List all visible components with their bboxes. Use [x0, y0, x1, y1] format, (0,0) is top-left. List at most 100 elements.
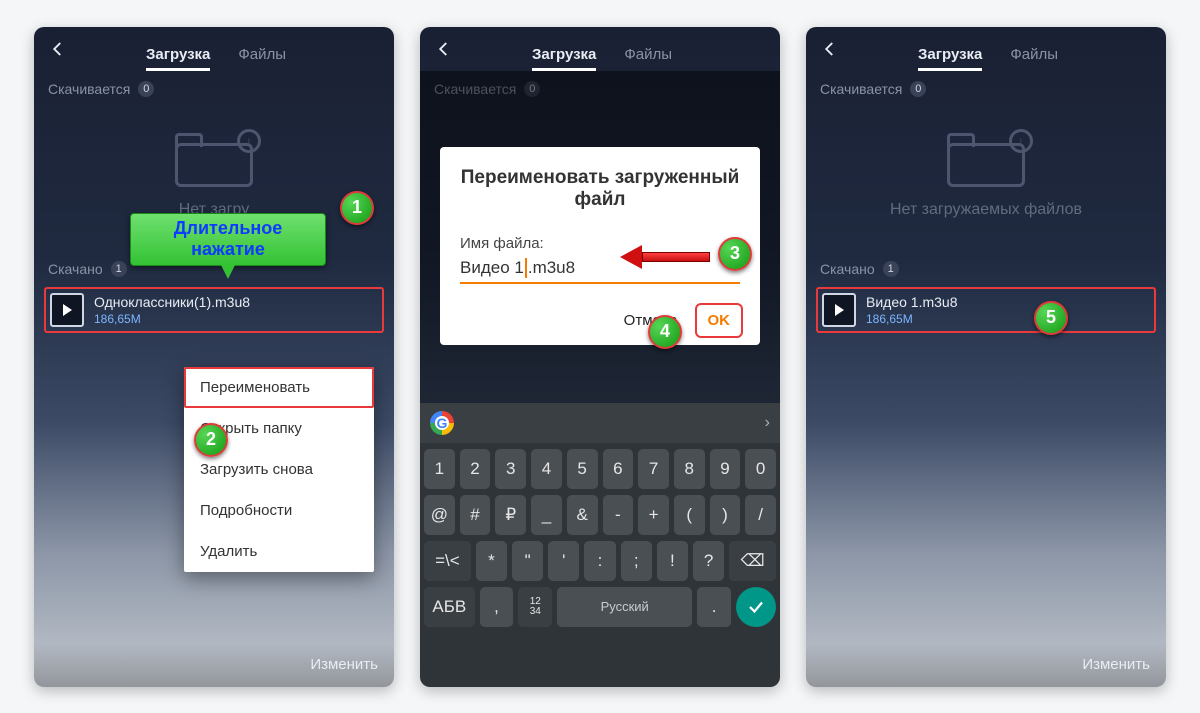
key[interactable]: 6	[603, 449, 634, 489]
key[interactable]: Русский	[557, 587, 692, 627]
dialog-title: Переименовать загруженный файл	[460, 167, 740, 211]
key[interactable]: 9	[710, 449, 741, 489]
key[interactable]: .	[697, 587, 731, 627]
bottom-bar: Изменить	[806, 643, 1166, 687]
tab-download[interactable]: Загрузка	[532, 46, 596, 71]
key[interactable]: ⌫	[729, 541, 776, 581]
tab-files[interactable]: Файлы	[1010, 46, 1058, 71]
top-bar: Загрузка Файлы	[420, 27, 780, 71]
ok-button[interactable]: OK	[698, 306, 741, 335]
video-file-icon	[822, 293, 856, 327]
tabs: Загрузка Файлы	[918, 27, 1058, 71]
tab-download[interactable]: Загрузка	[146, 46, 210, 71]
key[interactable]: /	[745, 495, 776, 535]
label-downloaded: Скачано	[48, 261, 103, 277]
key[interactable]: 5	[567, 449, 598, 489]
file-size: 186,65M	[866, 312, 958, 326]
file-item[interactable]: Видео 1.m3u8 186,65M	[816, 287, 1156, 333]
edit-button[interactable]: Изменить	[1082, 656, 1150, 673]
keyboard[interactable]: G › 1234567890 @#₽_&-+()/ =\<*"':;!?⌫ АБ…	[420, 403, 780, 687]
key[interactable]: +	[638, 495, 669, 535]
key[interactable]: 0	[745, 449, 776, 489]
key[interactable]: ?	[693, 541, 724, 581]
key[interactable]: 7	[638, 449, 669, 489]
screen-1: Загрузка Файлы Скачивается 0 ↓ Нет загру…	[34, 27, 394, 687]
arrow-icon	[620, 247, 710, 267]
ctx-rename[interactable]: Переименовать	[184, 367, 374, 408]
count-downloading: 0	[910, 81, 926, 97]
key[interactable]: !	[657, 541, 688, 581]
label-downloaded: Скачано	[820, 261, 875, 277]
back-button[interactable]	[426, 31, 462, 67]
count-downloaded: 1	[111, 261, 127, 277]
key[interactable]: 12 34	[518, 587, 552, 627]
rename-dialog: Переименовать загруженный файл Имя файла…	[440, 147, 760, 345]
key[interactable]: =\<	[424, 541, 471, 581]
file-meta: Видео 1.m3u8 186,65M	[866, 294, 958, 326]
step-badge-3: 3	[718, 237, 752, 271]
key[interactable]: @	[424, 495, 455, 535]
suggestion-bar[interactable]: G ›	[420, 403, 780, 443]
bottom-bar: Изменить	[34, 643, 394, 687]
folder-download-icon: ↓	[175, 133, 253, 187]
step-badge-4: 4	[648, 315, 682, 349]
hint-long-press: Длительное нажатие	[130, 213, 326, 266]
key[interactable]: 3	[495, 449, 526, 489]
key[interactable]: "	[512, 541, 543, 581]
key-enter[interactable]	[736, 587, 776, 627]
folder-download-icon: ↓	[947, 133, 1025, 187]
screen-2: Загрузка Файлы Скачивается 0 186,65M Пер…	[420, 27, 780, 687]
key[interactable]: &	[567, 495, 598, 535]
key[interactable]: '	[548, 541, 579, 581]
key[interactable]: _	[531, 495, 562, 535]
back-button[interactable]	[812, 31, 848, 67]
file-meta: Одноклассники(1).m3u8 186,65M	[94, 294, 250, 326]
key[interactable]: ₽	[495, 495, 526, 535]
empty-state: ↓ Нет загружаемых файлов	[806, 101, 1166, 251]
ctx-details[interactable]: Подробности	[184, 490, 374, 531]
key[interactable]: *	[476, 541, 507, 581]
count-downloading: 0	[138, 81, 154, 97]
key[interactable]: ;	[621, 541, 652, 581]
key[interactable]: АБВ	[424, 587, 475, 627]
screen-3: Загрузка Файлы Скачивается 0 ↓ Нет загру…	[806, 27, 1166, 687]
edit-button[interactable]: Изменить	[310, 656, 378, 673]
label-downloading: Скачивается	[48, 81, 130, 97]
section-downloading: Скачивается 0	[34, 71, 394, 101]
tabs: Загрузка Файлы	[146, 27, 286, 71]
top-bar: Загрузка Файлы	[34, 27, 394, 71]
ctx-delete[interactable]: Удалить	[184, 531, 374, 572]
dialog-actions: Отмена OK	[460, 306, 740, 335]
input-text-b: .m3u8	[528, 258, 575, 278]
input-text-a: Видео 1	[460, 258, 524, 278]
key[interactable]: 4	[531, 449, 562, 489]
video-file-icon	[50, 293, 84, 327]
key[interactable]: 1	[424, 449, 455, 489]
tab-download[interactable]: Загрузка	[918, 46, 982, 71]
file-name: Видео 1.m3u8	[866, 294, 958, 310]
step-badge-2: 2	[194, 423, 228, 457]
step-badge-1: 1	[340, 191, 374, 225]
key[interactable]: #	[460, 495, 491, 535]
key[interactable]: (	[674, 495, 705, 535]
input-caret	[525, 258, 527, 278]
empty-text: Нет загружаемых файлов	[890, 201, 1082, 219]
keyboard-rows: 1234567890 @#₽_&-+()/ =\<*"':;!?⌫ АБВ,12…	[420, 443, 780, 687]
key[interactable]: 8	[674, 449, 705, 489]
label-downloading: Скачивается	[820, 81, 902, 97]
key[interactable]: :	[584, 541, 615, 581]
tab-files[interactable]: Файлы	[624, 46, 672, 71]
key[interactable]: -	[603, 495, 634, 535]
tabs: Загрузка Файлы	[532, 27, 672, 71]
key[interactable]: ,	[480, 587, 514, 627]
back-button[interactable]	[40, 31, 76, 67]
tab-files[interactable]: Файлы	[238, 46, 286, 71]
step-badge-5: 5	[1034, 301, 1068, 335]
google-icon[interactable]: G	[430, 411, 454, 435]
key[interactable]: )	[710, 495, 741, 535]
chevron-right-icon[interactable]: ›	[765, 414, 770, 432]
file-item[interactable]: Одноклассники(1).m3u8 186,65M	[44, 287, 384, 333]
file-name: Одноклассники(1).m3u8	[94, 294, 250, 310]
key[interactable]: 2	[460, 449, 491, 489]
context-menu: Переименовать Открыть папку Загрузить сн…	[184, 367, 374, 572]
